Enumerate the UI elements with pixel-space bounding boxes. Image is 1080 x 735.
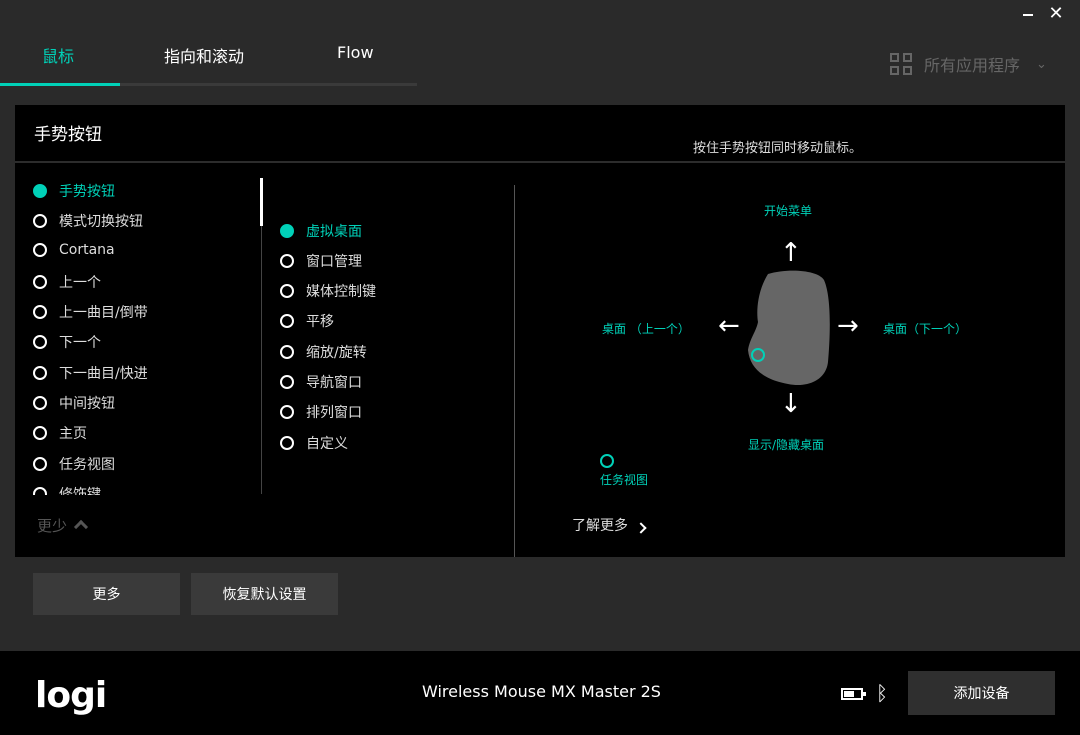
radio-icon bbox=[33, 366, 47, 380]
gesture-option-item[interactable]: 导航窗口 bbox=[280, 372, 362, 392]
add-device-button[interactable]: 添加设备 bbox=[908, 671, 1055, 715]
mouse-icon bbox=[748, 270, 830, 386]
active-tab-indicator bbox=[0, 83, 120, 86]
radio-icon bbox=[280, 375, 294, 389]
tab-track bbox=[120, 83, 417, 86]
arrow-left-icon: ← bbox=[718, 311, 740, 341]
grid-icon bbox=[890, 53, 912, 75]
radio-icon bbox=[33, 487, 47, 495]
bluetooth-icon: ᛒ bbox=[876, 681, 888, 705]
collapse-list-button[interactable]: 更少 bbox=[37, 515, 86, 536]
button-list-item[interactable]: 手势按钮 bbox=[33, 181, 115, 201]
radio-icon bbox=[280, 254, 294, 268]
tab-mouse[interactable]: 鼠标 bbox=[42, 43, 74, 67]
chevron-down-icon: ⌄ bbox=[1036, 56, 1047, 72]
panel-title: 手势按钮 bbox=[34, 125, 102, 145]
button-list-item[interactable]: Cortana bbox=[33, 242, 115, 258]
tab-flow[interactable]: Flow bbox=[337, 43, 374, 62]
gesture-option-item[interactable]: 自定义 bbox=[280, 433, 348, 453]
gesture-option-item[interactable]: 平移 bbox=[280, 311, 334, 331]
radio-selected-icon bbox=[280, 224, 294, 238]
button-list-item[interactable]: 下一个 bbox=[33, 332, 101, 352]
gesture-down-label: 显示/隐藏桌面 bbox=[748, 438, 825, 452]
apps-selector-label: 所有应用程序 bbox=[924, 56, 1021, 75]
radio-icon bbox=[33, 335, 47, 349]
tab-point-and-scroll[interactable]: 指向和滚动 bbox=[164, 43, 244, 67]
button-list: 手势按钮 模式切换按钮 Cortana 上一个 上一曲目/倒带 下一个 下一曲目… bbox=[33, 177, 263, 495]
list-scrollbar-track bbox=[261, 226, 262, 494]
button-list-item[interactable]: 任务视图 bbox=[33, 454, 115, 474]
radio-selected-icon bbox=[33, 184, 47, 198]
arrow-down-icon: ↓ bbox=[780, 389, 802, 419]
gesture-option-item[interactable]: 媒体控制键 bbox=[280, 281, 376, 301]
arrow-up-icon: ↑ bbox=[780, 238, 802, 268]
radio-icon bbox=[280, 405, 294, 419]
restore-defaults-button[interactable]: 恢复默认设置 bbox=[191, 573, 338, 615]
battery-icon bbox=[841, 688, 866, 700]
title-bar: ✕ bbox=[0, 0, 1080, 28]
gesture-left-label: 桌面 （上一个） bbox=[602, 322, 690, 336]
panel-divider bbox=[15, 161, 1065, 163]
button-list-item[interactable]: 模式切换按钮 bbox=[33, 211, 143, 231]
list-scrollbar-thumb[interactable] bbox=[260, 178, 263, 226]
learn-more-link[interactable]: 了解更多 bbox=[572, 515, 645, 535]
more-button[interactable]: 更多 bbox=[33, 573, 180, 615]
close-button[interactable]: ✕ bbox=[1046, 4, 1066, 24]
gesture-option-item[interactable]: 排列窗口 bbox=[280, 402, 362, 422]
apps-selector[interactable]: 所有应用程序 ⌄ bbox=[890, 50, 1047, 78]
radio-icon bbox=[280, 284, 294, 298]
radio-icon bbox=[280, 314, 294, 328]
arrow-right-icon: → bbox=[837, 311, 859, 341]
button-list-item[interactable]: 中间按钮 bbox=[33, 393, 115, 413]
radio-icon bbox=[33, 275, 47, 289]
footer-bar: logi Wireless Mouse MX Master 2S ᛒ 添加设备 bbox=[0, 651, 1080, 735]
gesture-option-item[interactable]: 窗口管理 bbox=[280, 251, 362, 271]
button-list-item[interactable]: 上一曲目/倒带 bbox=[33, 302, 148, 322]
button-list-item[interactable]: 上一个 bbox=[33, 272, 101, 292]
gesture-click-label: 任务视图 bbox=[600, 473, 649, 487]
radio-icon bbox=[33, 305, 47, 319]
gesture-option-item[interactable]: 缩放/旋转 bbox=[280, 342, 367, 362]
minimize-button[interactable] bbox=[1018, 4, 1038, 24]
gesture-click-marker bbox=[600, 454, 614, 468]
radio-icon bbox=[33, 426, 47, 440]
gesture-right-label: 桌面（下一个） bbox=[883, 322, 968, 336]
gesture-up-label: 开始菜单 bbox=[764, 204, 813, 218]
logi-logo: logi bbox=[35, 675, 107, 716]
panel-hint: 按住手势按钮同时移动鼠标。 bbox=[693, 141, 863, 156]
gesture-option-item[interactable]: 虚拟桌面 bbox=[280, 221, 362, 241]
radio-icon bbox=[280, 345, 294, 359]
gesture-button-panel: 手势按钮 按住手势按钮同时移动鼠标。 手势按钮 模式切换按钮 Cortana 上… bbox=[15, 105, 1065, 557]
radio-icon bbox=[33, 214, 47, 228]
column-divider bbox=[514, 185, 515, 557]
gesture-button-marker bbox=[751, 348, 765, 362]
tab-bar: 鼠标 指向和滚动 Flow 所有应用程序 ⌄ bbox=[0, 28, 1080, 86]
radio-icon bbox=[33, 396, 47, 410]
device-name: Wireless Mouse MX Master 2S bbox=[422, 682, 661, 701]
button-list-item[interactable]: 主页 bbox=[33, 423, 87, 443]
radio-icon bbox=[280, 436, 294, 450]
button-list-item[interactable]: 修饰键 bbox=[33, 484, 101, 495]
radio-icon bbox=[33, 243, 47, 257]
button-list-item[interactable]: 下一曲目/快进 bbox=[33, 363, 148, 383]
radio-icon bbox=[33, 457, 47, 471]
